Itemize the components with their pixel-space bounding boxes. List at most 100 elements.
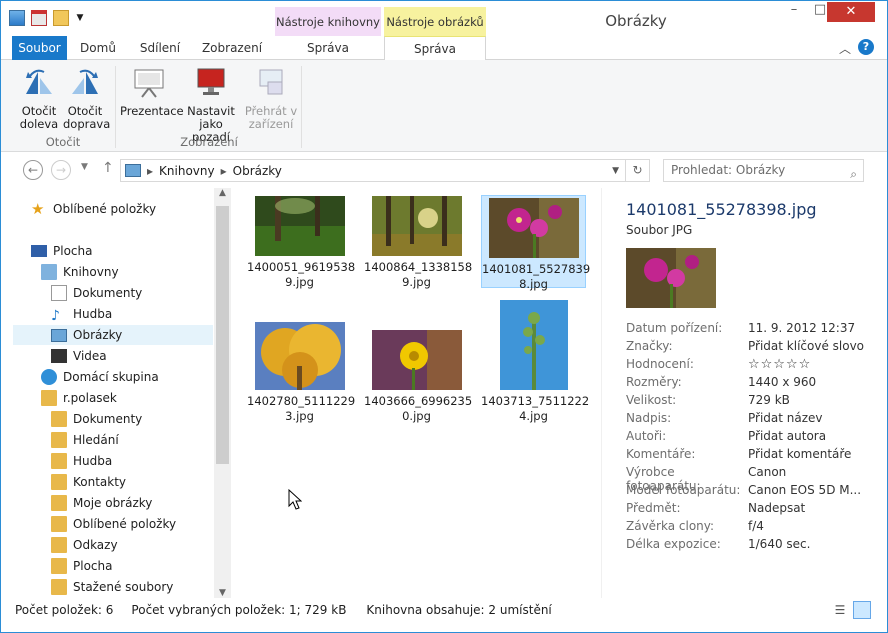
window-menu-icon[interactable] (9, 10, 25, 26)
detail-value[interactable]: Canon (748, 465, 786, 483)
help-icon[interactable]: ? (858, 39, 874, 55)
nav-label: Odkazy (73, 538, 118, 552)
rotate-right-button[interactable]: Otočit doprava (63, 66, 111, 131)
nav-item-music[interactable]: ♪ Hudba (51, 304, 112, 324)
tab-home[interactable]: Domů (73, 36, 123, 60)
nav-item-favorites[interactable]: ★ Oblíbené položky (31, 199, 156, 219)
folder-icon (51, 516, 67, 532)
nav-item-user-desktop[interactable]: Plocha (51, 556, 112, 576)
detail-row-size: Velikost: 729 kB (626, 393, 790, 411)
large-icons-view-icon[interactable] (853, 601, 871, 619)
nav-label: Dokumenty (73, 286, 143, 300)
detail-value[interactable]: Přidat klíčové slovo (748, 339, 864, 357)
file-name-line1: 1400051_9619538 (247, 260, 356, 274)
nav-item-desktop[interactable]: Plocha (31, 241, 92, 261)
detail-row-f-stop: Závěrka clony: f/4 (626, 519, 764, 537)
slideshow-button[interactable]: Prezentace (120, 66, 184, 118)
nav-item-my-pictures[interactable]: Moje obrázky (51, 493, 152, 513)
refresh-button[interactable]: ↻ (626, 159, 650, 182)
detail-value[interactable]: 1/640 sec. (748, 537, 810, 555)
file-item[interactable]: 1402780_5111229 3.jpg (247, 322, 355, 423)
detail-value[interactable]: Přidat název (748, 411, 823, 429)
new-folder-icon[interactable] (53, 10, 69, 26)
detail-key: Výrobce fotoaparátu: (626, 465, 701, 493)
detail-value[interactable]: Přidat autora (748, 429, 826, 447)
nav-item-user-documents[interactable]: Dokumenty (51, 409, 142, 429)
detail-value[interactable]: Přidat komentáře (748, 447, 851, 465)
file-name-line2: 3.jpg (285, 409, 314, 423)
search-placeholder: Prohledat: Obrázky (671, 163, 786, 177)
set-background-button[interactable]: Nastavit jako pozadí (179, 66, 243, 144)
nav-item-downloads[interactable]: Stažené soubory (51, 577, 173, 597)
file-name-line1: 1401081_5527839 (482, 262, 591, 276)
file-item[interactable]: 1403713_7511222 4.jpg (481, 300, 589, 423)
file-item-selected[interactable]: 1401081_5527839 8.jpg (481, 195, 591, 291)
nav-item-contacts[interactable]: Kontakty (51, 472, 126, 492)
nav-item-libraries[interactable]: Knihovny (41, 262, 119, 282)
pink-orchid-thumbnail (488, 198, 579, 258)
nav-item-user-favorites[interactable]: Oblíbené položky (51, 514, 176, 534)
detail-row-rating: Hodnocení: ☆☆☆☆☆ (626, 357, 811, 375)
properties-icon[interactable] (31, 10, 47, 26)
breadcrumb-pictures[interactable]: Obrázky (233, 164, 282, 178)
rotate-right-label: Otočit doprava (63, 104, 111, 131)
nav-item-pictures[interactable]: Obrázky (13, 325, 213, 345)
address-bar[interactable]: ▸ Knihovny ▸ Obrázky ▼ (120, 159, 626, 182)
scroll-down-icon[interactable]: ▼ (214, 588, 231, 598)
up-button[interactable]: ↑ (102, 160, 114, 176)
cast-to-device-button[interactable]: Přehrát v zařízení (244, 66, 298, 131)
collapse-ribbon-icon[interactable]: ︿ (839, 40, 851, 57)
nav-item-user-music[interactable]: Hudba (51, 451, 112, 471)
tab-picture-manage[interactable]: Správa (384, 36, 486, 61)
details-view-icon[interactable]: ☰ (831, 601, 849, 619)
tab-share[interactable]: Sdílení (131, 36, 189, 60)
nav-item-homegroup[interactable]: Domácí skupina (41, 367, 159, 387)
scrollbar-thumb[interactable] (216, 206, 229, 464)
detail-value[interactable]: 11. 9. 2012 12:37 (748, 321, 855, 339)
cast-to-device-label: Přehrát v zařízení (244, 104, 298, 131)
customize-dropdown-icon[interactable]: ▼ (75, 10, 85, 26)
scroll-up-icon[interactable]: ▲ (214, 188, 231, 198)
file-item[interactable]: 1400051_9619538 9.jpg (247, 196, 356, 289)
breadcrumb-libraries[interactable]: Knihovny (159, 164, 215, 178)
nav-scrollbar[interactable]: ▲ ▼ (214, 188, 231, 598)
nav-item-links[interactable]: Odkazy (51, 535, 118, 555)
ribbon-panel: Otočit doleva Otočit doprava Otočit Prez… (1, 60, 887, 152)
nav-item-searches[interactable]: Hledání (51, 430, 119, 450)
nav-label: Domácí skupina (63, 370, 159, 384)
detail-key: Značky: (626, 339, 673, 353)
file-item[interactable]: 1403666_6996235 0.jpg (364, 330, 472, 423)
tab-file[interactable]: Soubor (12, 36, 67, 60)
nav-item-documents[interactable]: Dokumenty (51, 283, 142, 303)
user-folder-icon (41, 390, 57, 406)
nav-label: Kontakty (73, 475, 127, 489)
back-button[interactable]: ← (23, 160, 43, 180)
search-box[interactable]: Prohledat: Obrázky ⌕ (663, 159, 864, 182)
cast-device-icon (259, 69, 283, 95)
detail-value[interactable]: Nadepsat (748, 501, 805, 519)
nav-label: r.polasek (63, 391, 117, 405)
agave-sky-thumbnail (499, 300, 568, 390)
rotate-left-button[interactable]: Otočit doleva (19, 66, 59, 131)
window-title: Obrázky (605, 12, 667, 30)
tab-library-manage[interactable]: Správa (275, 36, 381, 60)
tab-view[interactable]: Zobrazení (197, 36, 267, 60)
forward-button[interactable]: → (51, 160, 71, 180)
nav-item-videos[interactable]: Videa (51, 346, 107, 366)
nav-item-user[interactable]: r.polasek (41, 388, 117, 408)
details-filetype: Soubor JPG (626, 223, 693, 237)
detail-key: Nadpis: (626, 411, 672, 425)
detail-value[interactable]: Canon EOS 5D M... (748, 483, 861, 501)
file-name-line2: 4.jpg (519, 409, 548, 423)
file-item[interactable]: 1400864_1338158 9.jpg (364, 196, 472, 289)
music-icon: ♪ (51, 308, 60, 324)
detail-key: Datum pořízení: (626, 321, 723, 335)
rating-stars-icon[interactable]: ☆☆☆☆☆ (748, 357, 811, 375)
detail-row-camera-maker: Výrobce fotoaparátu: Canon (626, 465, 786, 493)
folder-icon (51, 495, 67, 511)
address-dropdown-icon[interactable]: ▼ (612, 166, 619, 176)
nav-label: Stažené soubory (73, 580, 174, 594)
close-button[interactable]: ✕ (827, 2, 875, 22)
recent-locations-icon[interactable]: ▼ (81, 162, 88, 172)
detail-value[interactable]: f/4 (748, 519, 764, 537)
